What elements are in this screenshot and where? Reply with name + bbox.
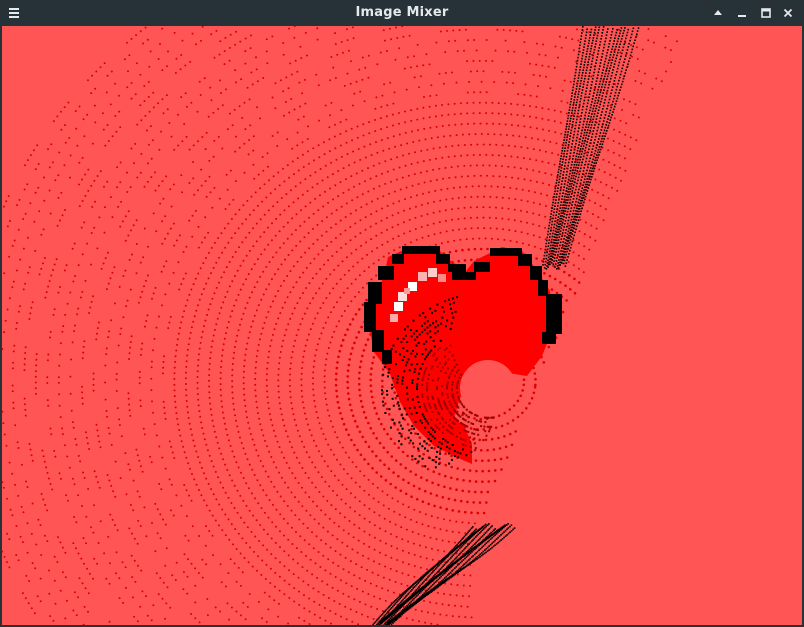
maximize-icon — [761, 8, 771, 18]
maximize-button[interactable] — [758, 5, 774, 21]
image-canvas[interactable] — [2, 26, 802, 625]
triangle-up-icon — [713, 9, 723, 17]
image-mixer-window: Image Mixer — [0, 0, 804, 627]
close-button[interactable] — [780, 5, 796, 21]
close-x-icon — [783, 8, 793, 18]
mixed-image — [2, 26, 802, 625]
window-title: Image Mixer — [0, 0, 804, 26]
window-titlebar[interactable]: Image Mixer — [0, 0, 804, 26]
minimize-button[interactable] — [734, 5, 750, 21]
keep-above-button[interactable] — [710, 5, 726, 21]
swirl-hole — [460, 360, 516, 416]
minimize-icon — [737, 8, 747, 18]
